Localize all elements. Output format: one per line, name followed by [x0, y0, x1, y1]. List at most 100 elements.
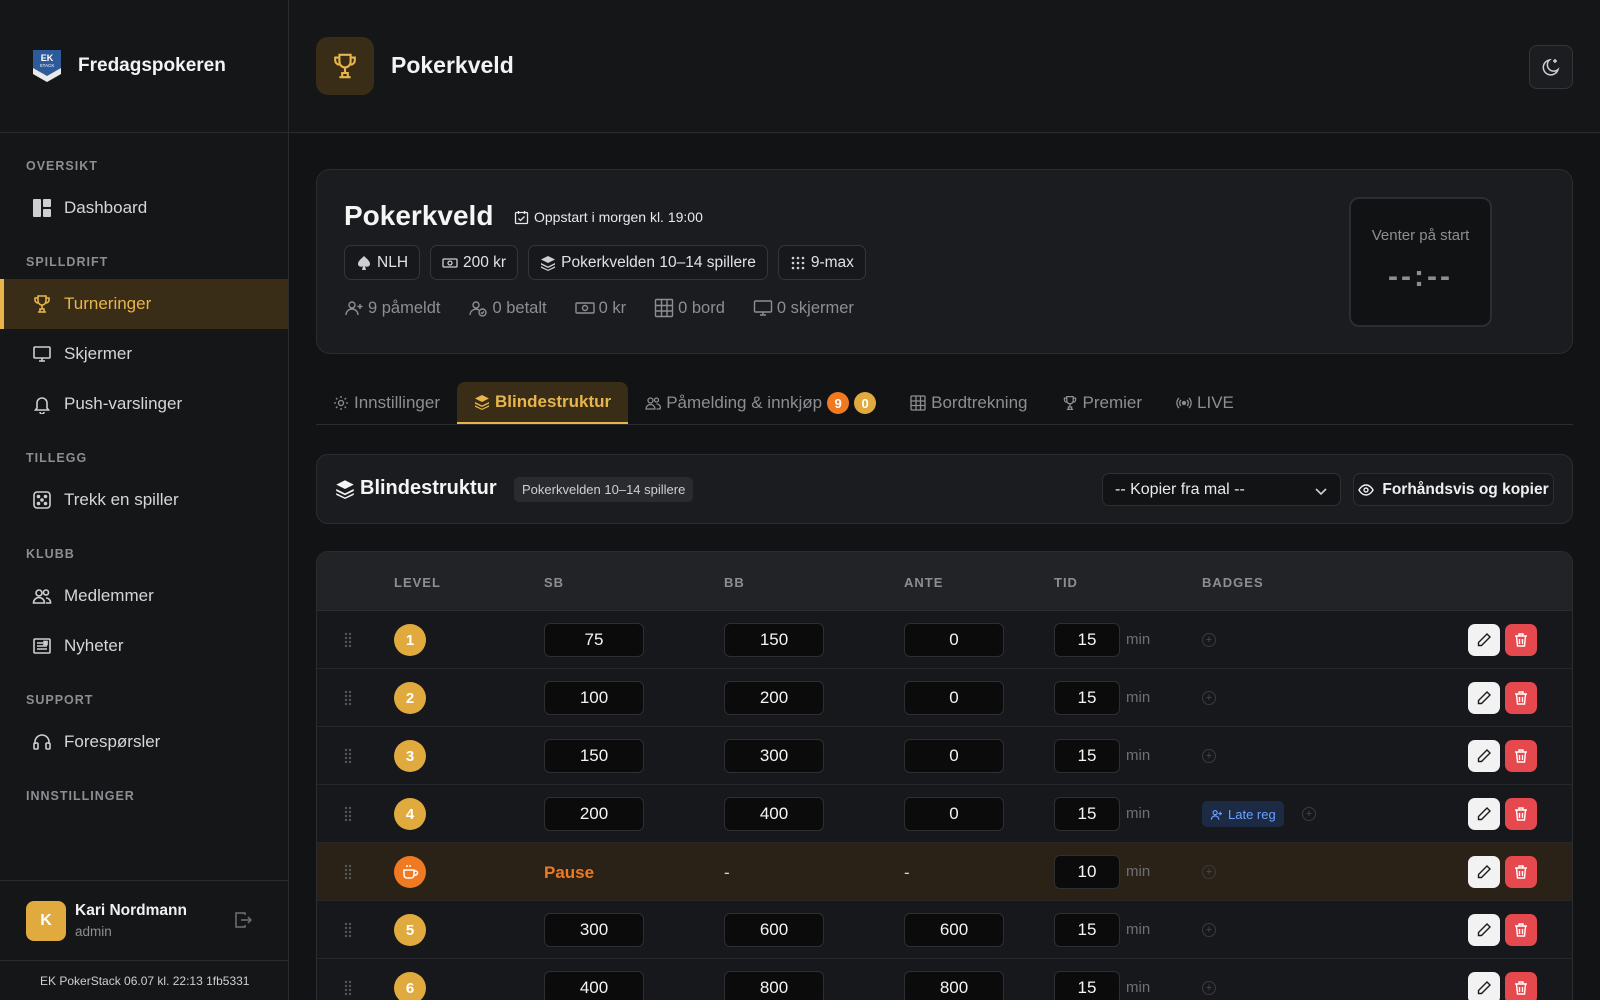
edit-button[interactable] — [1468, 856, 1500, 888]
bb-input[interactable]: 600 — [724, 913, 824, 947]
table-row: 3 150 300 0 15 min + — [317, 727, 1572, 785]
bb-input[interactable]: 150 — [724, 623, 824, 657]
pause-label: Pause — [544, 863, 595, 882]
ante-input[interactable]: 0 — [904, 623, 1004, 657]
version-label: EK PokerStack 06.07 kl. 22:13 1fb5331 — [0, 960, 288, 1000]
duration-input[interactable]: 15 — [1054, 913, 1120, 947]
sidebar-item-turneringer[interactable]: Turneringer — [0, 279, 288, 329]
monitor-icon — [753, 300, 773, 316]
duration-input[interactable]: 10 — [1054, 855, 1120, 889]
drag-handle-icon[interactable] — [344, 632, 352, 648]
drag-handle-icon[interactable] — [344, 690, 352, 706]
page-title: Pokerkveld — [391, 52, 514, 78]
add-badge-icon[interactable]: + — [1302, 807, 1316, 821]
drag-handle-icon[interactable] — [344, 748, 352, 764]
sidebar-item-foresporsler[interactable]: Forespørsler — [0, 717, 288, 767]
tab-settings[interactable]: Innstillinger — [316, 382, 457, 424]
col-ante: ANTE — [904, 575, 944, 590]
timer-label: Venter på start — [1371, 227, 1470, 244]
bb-input[interactable]: 800 — [724, 971, 824, 1000]
edit-button[interactable] — [1468, 682, 1500, 714]
copy-template-select[interactable]: -- Kopier fra mal -- — [1102, 473, 1341, 506]
sidebar-item-dashboard[interactable]: Dashboard — [0, 183, 288, 233]
tournament-start: Oppstart i morgen kl. 19:00 — [514, 209, 703, 225]
bb-input[interactable]: 400 — [724, 797, 824, 831]
delete-button[interactable] — [1505, 914, 1537, 946]
add-badge-icon[interactable]: + — [1202, 923, 1216, 937]
sidebar-item-nyheter[interactable]: Nyheter — [0, 621, 288, 671]
logout-icon[interactable] — [234, 911, 252, 929]
drag-handle-icon[interactable] — [344, 922, 352, 938]
trash-icon — [1515, 691, 1527, 705]
chip-game: NLH — [344, 245, 421, 280]
trophy-icon — [34, 295, 50, 313]
preview-copy-button[interactable]: Forhåndsvis og kopier — [1353, 473, 1554, 506]
tournament-start-text: Oppstart i morgen kl. 19:00 — [534, 209, 703, 225]
chevron-down-icon — [1315, 488, 1327, 496]
sidebar-item-medlemmer[interactable]: Medlemmer — [0, 571, 288, 621]
sidebar-item-push[interactable]: Push-varslinger — [0, 379, 288, 429]
blind-structure-header: Blindestruktur Pokerkvelden 10–14 spille… — [316, 454, 1573, 524]
sidebar-item-trekk[interactable]: Trekk en spiller — [0, 475, 288, 525]
bb-input[interactable]: 300 — [724, 739, 824, 773]
edit-button[interactable] — [1468, 798, 1500, 830]
ante-input[interactable]: 600 — [904, 913, 1004, 947]
stat-registered: 9 påmeldt — [344, 298, 440, 318]
drag-handle-icon[interactable] — [344, 864, 352, 880]
drag-handle-icon[interactable] — [344, 806, 352, 822]
chip-buyin: 200 kr — [430, 245, 519, 280]
gear-icon — [334, 396, 348, 410]
duration-input[interactable]: 15 — [1054, 797, 1120, 831]
edit-button[interactable] — [1468, 624, 1500, 656]
theme-toggle-button[interactable] — [1529, 45, 1573, 89]
tab-prizes[interactable]: Premier — [1045, 382, 1160, 424]
level-badge: 3 — [394, 740, 426, 772]
ante-input[interactable]: 0 — [904, 681, 1004, 715]
add-badge-icon[interactable]: + — [1202, 865, 1216, 879]
add-badge-icon[interactable]: + — [1202, 691, 1216, 705]
blind-structure-title: Blindestruktur — [335, 477, 497, 500]
sb-input[interactable]: 150 — [544, 739, 644, 773]
sidebar-item-skjermer[interactable]: Skjermer — [0, 329, 288, 379]
registration-badge-orange: 9 — [827, 392, 850, 414]
ante-input[interactable]: 800 — [904, 971, 1004, 1000]
tab-blinds[interactable]: Blindestruktur — [457, 382, 629, 424]
ante-input[interactable]: 0 — [904, 797, 1004, 831]
add-badge-icon[interactable]: + — [1202, 749, 1216, 763]
drag-handle-icon[interactable] — [344, 980, 352, 996]
edit-button[interactable] — [1468, 740, 1500, 772]
col-badges: BADGES — [1202, 575, 1264, 590]
duration-input[interactable]: 15 — [1054, 681, 1120, 715]
preview-copy-button-label: Forhåndsvis og kopier — [1382, 480, 1549, 498]
delete-button[interactable] — [1505, 682, 1537, 714]
duration-input[interactable]: 15 — [1054, 623, 1120, 657]
add-badge-icon[interactable]: + — [1202, 633, 1216, 647]
sb-input[interactable]: 400 — [544, 971, 644, 1000]
tab-tables[interactable]: Bordtrekning — [893, 382, 1044, 424]
tournament-tabs: Innstillinger Blindestruktur Påmelding &… — [316, 382, 1573, 425]
brand[interactable]: EK STACK Fredagspokeren — [0, 0, 288, 133]
tab-live[interactable]: LIVE — [1159, 382, 1251, 424]
banknote-icon — [442, 257, 458, 268]
edit-button[interactable] — [1468, 972, 1500, 1000]
delete-button[interactable] — [1505, 740, 1537, 772]
tab-registration[interactable]: Påmelding & innkjøp 9 0 — [628, 382, 893, 424]
late-reg-badge[interactable]: Late reg — [1202, 801, 1284, 827]
edit-button[interactable] — [1468, 914, 1500, 946]
sb-input[interactable]: 300 — [544, 913, 644, 947]
bb-input[interactable]: 200 — [724, 681, 824, 715]
delete-button[interactable] — [1505, 624, 1537, 656]
sb-input[interactable]: 75 — [544, 623, 644, 657]
duration-input[interactable]: 15 — [1054, 971, 1120, 1000]
sb-input[interactable]: 100 — [544, 681, 644, 715]
delete-button[interactable] — [1505, 972, 1537, 1000]
min-label: min — [1126, 921, 1151, 938]
add-badge-icon[interactable]: + — [1202, 981, 1216, 995]
user-check-icon — [469, 301, 488, 317]
duration-input[interactable]: 15 — [1054, 739, 1120, 773]
delete-button[interactable] — [1505, 798, 1537, 830]
ante-empty: - — [904, 863, 910, 882]
sb-input[interactable]: 200 — [544, 797, 644, 831]
delete-button[interactable] — [1505, 856, 1537, 888]
ante-input[interactable]: 0 — [904, 739, 1004, 773]
